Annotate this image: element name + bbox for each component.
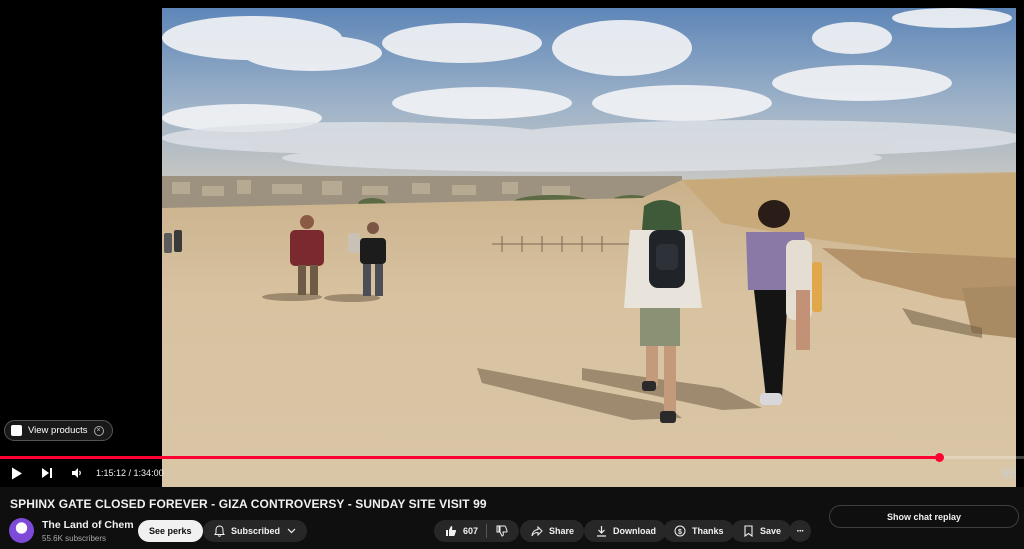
share-label: Share — [549, 526, 575, 536]
download-button[interactable]: Download — [584, 520, 666, 542]
like-dislike-group: 607 — [434, 520, 520, 542]
save-label: Save — [760, 526, 782, 536]
player-controls: 1:15:12 / 1:34:00 — [0, 462, 1024, 484]
bell-icon — [212, 524, 226, 538]
thanks-icon: $ — [673, 524, 687, 538]
like-icon[interactable] — [444, 524, 458, 538]
share-icon — [530, 524, 544, 538]
subtitles-icon — [1002, 468, 1016, 478]
download-icon — [594, 524, 608, 538]
thanks-button[interactable]: $ Thanks — [663, 520, 734, 542]
video-player[interactable]: View products × 1:15:12 / 1:34:00 — [0, 0, 1024, 487]
next-icon — [42, 468, 52, 478]
time-display: 1:15:12 / 1:34:00 — [96, 468, 164, 478]
play-icon — [12, 467, 22, 479]
show-chat-replay-button[interactable]: Show chat replay — [829, 505, 1019, 528]
progress-fill — [0, 456, 939, 459]
video-title: SPHINX GATE CLOSED FOREVER - GIZA CONTRO… — [10, 497, 487, 511]
progress-scrubber[interactable] — [935, 453, 944, 462]
subscriber-count: 55.6K subscribers — [42, 534, 107, 543]
more-icon: ··· — [796, 525, 805, 537]
save-button[interactable]: Save — [731, 520, 792, 542]
subtitles-button[interactable] — [1000, 465, 1018, 481]
more-actions-button[interactable]: ··· — [789, 520, 811, 542]
thanks-label: Thanks — [692, 526, 724, 536]
close-icon[interactable]: × — [93, 425, 104, 436]
subscribed-label: Subscribed — [231, 526, 281, 536]
volume-icon — [72, 468, 81, 478]
time-separator: / — [126, 468, 134, 478]
view-products-label: View products — [28, 425, 88, 436]
progress-bar[interactable] — [0, 453, 1024, 462]
download-label: Download — [613, 526, 656, 536]
save-icon — [741, 524, 755, 538]
share-button[interactable]: Share — [520, 520, 585, 542]
channel-avatar[interactable] — [9, 518, 34, 543]
next-button[interactable] — [32, 462, 62, 484]
see-perks-label: See perks — [149, 526, 192, 536]
subscribed-button[interactable]: Subscribed — [203, 520, 308, 542]
chevron-down-icon — [284, 524, 298, 538]
show-chat-replay-label: Show chat replay — [886, 511, 962, 522]
dislike-icon[interactable] — [495, 524, 509, 538]
video-scene — [162, 8, 1016, 487]
shopping-bag-icon — [11, 425, 22, 436]
view-products-chip[interactable]: View products × — [4, 420, 113, 441]
play-button[interactable] — [2, 462, 32, 484]
duration: 1:34:00 — [133, 468, 164, 478]
video-frame[interactable] — [162, 8, 1016, 487]
svg-text:$: $ — [678, 529, 682, 536]
like-count[interactable]: 607 — [463, 526, 478, 536]
see-perks-button[interactable]: See perks — [138, 520, 203, 542]
current-time: 1:15:12 — [96, 468, 127, 478]
like-divider — [486, 524, 488, 538]
channel-name[interactable]: The Land of Chem — [42, 519, 134, 531]
volume-button[interactable] — [62, 462, 92, 484]
